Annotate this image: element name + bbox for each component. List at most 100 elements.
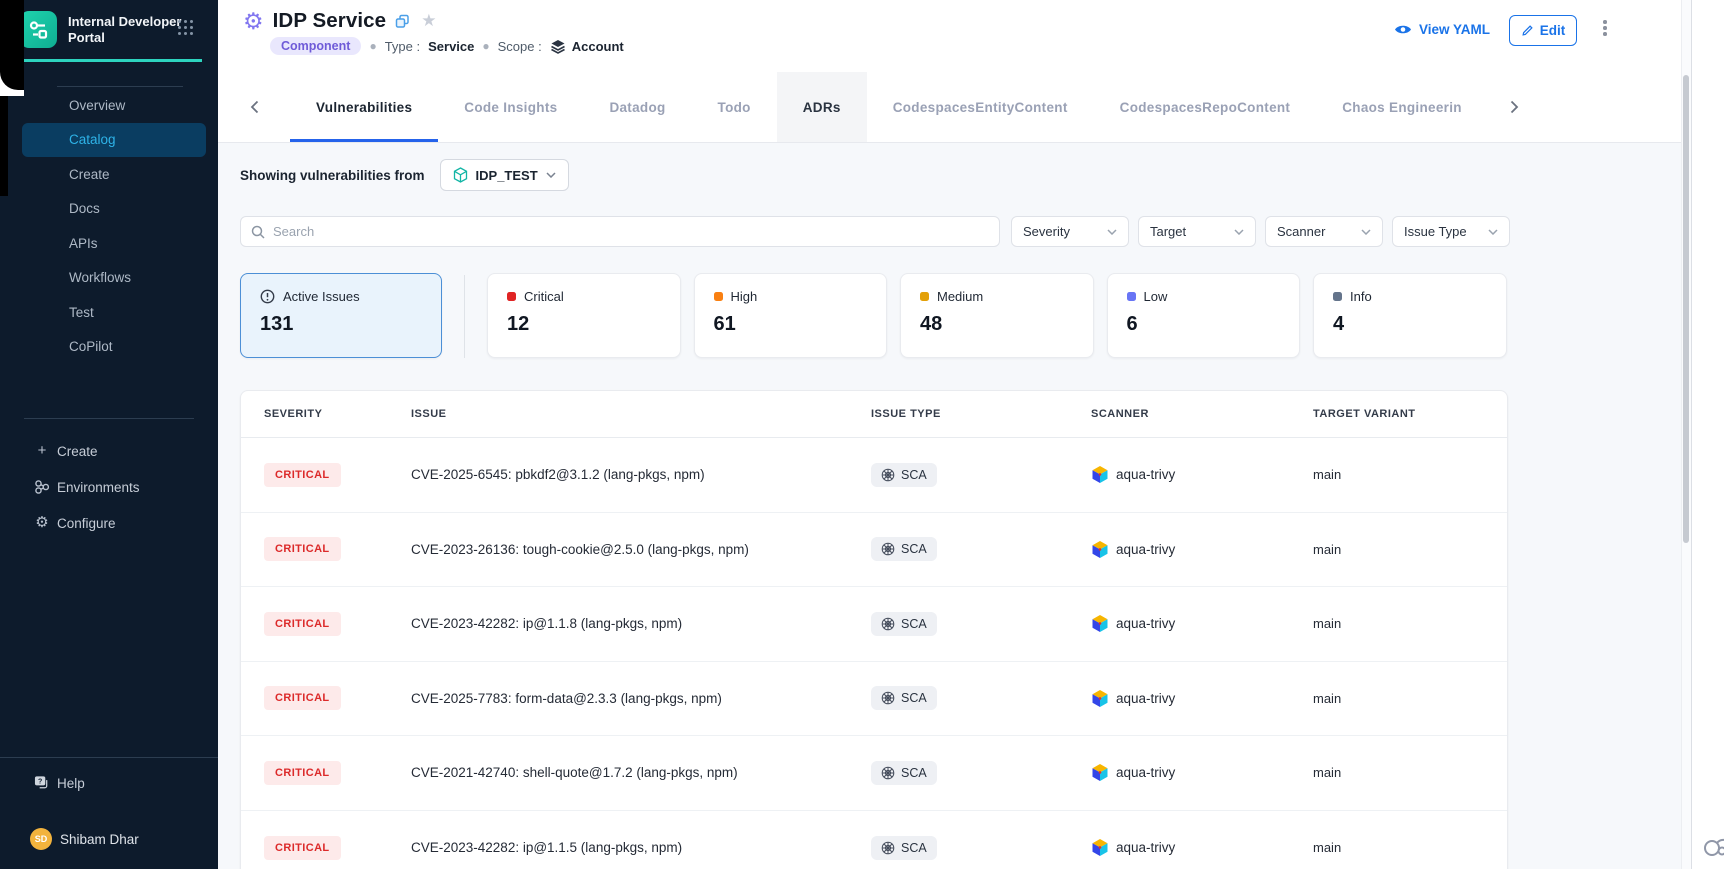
sidebar-item-environments[interactable]: Environments [0,469,218,505]
help-divider [0,757,218,758]
tabs-scroll-left-chevron[interactable] [234,72,274,142]
tab[interactable]: Datadog [583,72,691,142]
sidebar-nav-item[interactable]: Workflows [0,261,218,296]
severity-card[interactable]: High 61 [694,273,888,358]
sidebar-nav-item[interactable]: CoPilot [0,330,218,365]
tab[interactable]: Code Insights [438,72,583,142]
table-row[interactable]: CRITICAL CVE-2021-42740: shell-quote@1.7… [241,736,1507,811]
severity-card-label: Critical [524,289,564,304]
active-issues-value: 131 [260,313,422,336]
trivy-cube-icon [1091,838,1109,857]
scanner-name: aqua-trivy [1116,840,1175,855]
scanner-name: aqua-trivy [1116,765,1175,780]
tab[interactable]: Vulnerabilities [290,72,438,142]
column-severity: SEVERITY [264,408,411,420]
avatar: SD [30,828,52,850]
brand-accent-rule [24,59,202,62]
filter-dropdown[interactable]: Issue Type [1392,216,1510,247]
chevron-down-icon [1488,229,1498,235]
table-row[interactable]: CRITICAL CVE-2023-26136: tough-cookie@2.… [241,513,1507,588]
scanner-name: aqua-trivy [1116,467,1175,482]
sidebar-nav-item[interactable]: Create [0,157,218,192]
active-issues-card[interactable]: Active Issues 131 [240,273,442,358]
feedback-widget-icon[interactable] [1700,832,1724,862]
tabs-list: Vulnerabilities Code Insights Datadog To… [290,72,1488,142]
tab[interactable]: ADRs [777,72,867,142]
nodes-icon [34,479,50,495]
table-row[interactable]: CRITICAL CVE-2023-42282: ip@1.1.5 (lang-… [241,811,1507,869]
target-variant: main [1313,616,1507,631]
sca-web-icon [881,617,895,631]
chevron-down-icon [546,172,556,178]
sidebar-secondary: + Create Environments ⚙ Configure [0,433,218,541]
sca-web-icon [881,841,895,855]
favorite-star-icon[interactable]: ★ [421,11,436,31]
edit-button[interactable]: Edit [1509,15,1577,46]
sidebar-item-create[interactable]: + Create [0,433,218,469]
kind-badge: Component [270,37,361,55]
trivy-cube-icon [1091,465,1109,484]
separator-dot: ● [482,39,489,53]
tabs-scroll-right-chevron[interactable] [1494,72,1534,142]
sidebar-section-divider [24,418,194,419]
project-select[interactable]: IDP_TEST [440,159,569,191]
entity-tabs-bar: Vulnerabilities Code Insights Datadog To… [218,72,1692,143]
severity-badge: CRITICAL [264,537,341,561]
tab[interactable]: Chaos Engineerin [1316,72,1488,142]
app-window: Internal Developer Portal Overview Catal… [0,0,1692,869]
entity-header: ⚙ IDP Service ★ Component ● Type : Servi… [218,0,1692,72]
view-yaml-button[interactable]: View YAML [1394,22,1490,37]
sidebar-item-configure[interactable]: ⚙ Configure [0,505,218,541]
sidebar-nav-item[interactable]: Overview [0,88,218,123]
project-name: IDP_TEST [476,168,538,183]
sidebar-nav-item[interactable]: APIs [0,226,218,261]
help-button[interactable]: ? Help [0,765,218,801]
scrollbar-thumb[interactable] [1683,75,1689,543]
tab[interactable]: Todo [692,72,777,142]
filter-dropdown[interactable]: Target [1138,216,1256,247]
severity-card[interactable]: Medium 48 [900,273,1094,358]
filter-dropdown[interactable]: Scanner [1265,216,1383,247]
issue-text: CVE-2023-42282: ip@1.1.8 (lang-pkgs, npm… [411,616,871,631]
severity-card[interactable]: Info 4 [1313,273,1507,358]
trivy-cube-icon [1091,540,1109,559]
chat-help-icon: ? [34,775,50,791]
type-value: Service [428,39,474,54]
brand: Internal Developer Portal [20,11,186,48]
severity-card-value: 6 [1127,313,1281,336]
search-box[interactable] [240,216,1000,247]
target-variant: main [1313,691,1507,706]
chevron-down-icon [1234,229,1244,235]
copy-icon[interactable] [395,14,410,29]
sidebar-nav-item[interactable]: Test [0,295,218,330]
tab[interactable]: CodespacesEntityContent [867,72,1094,142]
user-menu[interactable]: SD Shibam Dhar [0,824,218,854]
sidebar-nav-item[interactable]: Docs [0,192,218,227]
severity-card[interactable]: Low 6 [1107,273,1301,358]
severity-card-label: Info [1350,289,1372,304]
severity-card[interactable]: Critical 12 [487,273,681,358]
table-row[interactable]: CRITICAL CVE-2023-42282: ip@1.1.8 (lang-… [241,587,1507,662]
table-row[interactable]: CRITICAL CVE-2025-6545: pbkdf2@3.1.2 (la… [241,438,1507,513]
issue-info-icon [260,289,275,304]
vertical-scrollbar[interactable] [1681,0,1691,869]
issue-type-badge: SCA [871,537,937,561]
scope-label: Scope : [498,39,542,54]
user-name: Shibam Dhar [60,832,139,847]
eye-icon [1394,23,1412,36]
search-input[interactable] [273,224,989,239]
target-variant: main [1313,542,1507,557]
sidebar-nav-item[interactable]: Catalog [22,123,206,158]
sidebar: Internal Developer Portal Overview Catal… [0,0,218,869]
issue-type-badge: SCA [871,686,937,710]
severity-card-label: Medium [937,289,983,304]
screen-corner-black [0,0,24,90]
apps-grid-icon[interactable] [178,20,195,37]
filter-dropdown[interactable]: Severity [1011,216,1129,247]
gear-icon: ⚙ [34,515,50,531]
scope-value: Account [572,39,624,54]
nav-divider [57,86,183,87]
tab[interactable]: CodespacesRepoContent [1094,72,1317,142]
more-options-kebab[interactable] [1598,20,1612,42]
table-row[interactable]: CRITICAL CVE-2025-7783: form-data@2.3.3 … [241,662,1507,737]
